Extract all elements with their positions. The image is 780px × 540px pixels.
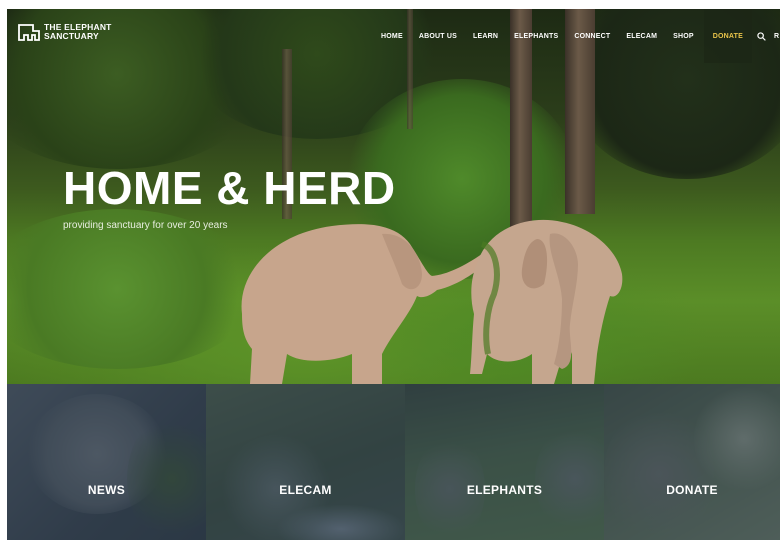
nav-learn[interactable]: LEARN	[465, 33, 506, 40]
tile-label-news: NEWS	[87, 483, 126, 497]
tile-label-elephants: ELEPHANTS	[466, 483, 543, 497]
tile-elecam[interactable]: ELECAM	[206, 384, 405, 540]
nav-home[interactable]: HOME	[373, 33, 411, 40]
tile-label-elecam: ELECAM	[279, 483, 332, 497]
nav-about-us[interactable]: ABOUT US	[411, 33, 465, 40]
search-icon[interactable]	[752, 9, 770, 63]
main-nav: HOME ABOUT US LEARN ELEPHANTS CONNECT EL…	[373, 9, 780, 63]
hero-subtitle: providing sanctuary for over 20 years	[63, 220, 228, 231]
top-navigation-bar: THE ELEPHANT SANCTUARY HOME ABOUT US LEA…	[7, 9, 780, 63]
tile-overlay	[7, 384, 206, 540]
page: THE ELEPHANT SANCTUARY HOME ABOUT US LEA…	[7, 9, 780, 540]
tile-overlay	[405, 384, 604, 540]
nav-elecam[interactable]: ELECAM	[618, 33, 665, 40]
nav-connect[interactable]: CONNECT	[566, 33, 618, 40]
brand-name: THE ELEPHANT SANCTUARY	[44, 23, 112, 41]
nav-elephants[interactable]: ELEPHANTS	[506, 33, 566, 40]
tile-news[interactable]: NEWS	[7, 384, 206, 540]
tile-overlay	[206, 384, 405, 540]
feature-tiles: NEWS ELECAM ELEPHANTS DONATE	[7, 384, 780, 540]
nav-truncated-item[interactable]: R	[770, 33, 780, 40]
nav-donate-button[interactable]: DONATE	[703, 9, 752, 63]
tile-donate[interactable]: DONATE	[604, 384, 780, 540]
elephants-photo	[241, 219, 623, 384]
tile-elephants[interactable]: ELEPHANTS	[405, 384, 604, 540]
tile-label-donate: DONATE	[666, 483, 718, 497]
tile-overlay	[604, 384, 780, 540]
nav-shop[interactable]: SHOP	[665, 33, 702, 40]
hero-title: HOME & HERD	[63, 162, 396, 214]
brand-line-2: SANCTUARY	[44, 31, 99, 41]
elephant-logo-icon	[18, 24, 40, 41]
brand-logo[interactable]: THE ELEPHANT SANCTUARY	[18, 23, 112, 41]
hero-banner: THE ELEPHANT SANCTUARY HOME ABOUT US LEA…	[7, 9, 780, 384]
